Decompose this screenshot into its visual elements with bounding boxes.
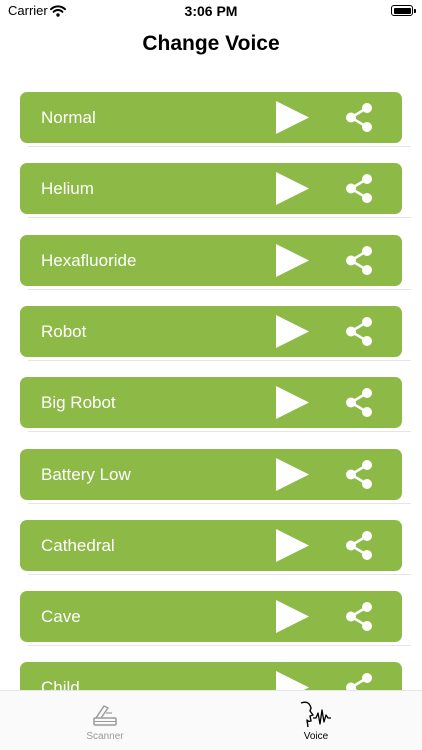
voice-list[interactable]: Normal Helium Hexafluoride Robot Big Rob… <box>0 76 422 690</box>
share-icon[interactable] <box>340 171 378 206</box>
voice-row-normal: Normal <box>0 76 422 147</box>
voice-row-cathedral: Cathedral <box>0 504 422 575</box>
tab-scanner-label: Scanner <box>86 731 124 742</box>
share-icon[interactable] <box>340 243 378 278</box>
voice-card[interactable]: Hexafluoride <box>20 234 402 286</box>
voice-name: Robot <box>41 321 87 341</box>
battery-icon <box>391 5 416 16</box>
tab-voice-label: Voice <box>303 731 329 742</box>
voice-card[interactable]: Battery Low <box>20 448 402 500</box>
voice-row-big-robot: Big Robot <box>0 361 422 433</box>
status-time: 3:06 PM <box>184 3 238 19</box>
voice-name: Big Robot <box>41 393 116 413</box>
play-icon[interactable] <box>273 170 313 207</box>
play-icon[interactable] <box>273 384 313 421</box>
share-icon[interactable] <box>340 599 378 634</box>
voice-name: Cathedral <box>41 535 115 555</box>
voice-row-child: Child <box>0 646 422 690</box>
share-icon[interactable] <box>340 457 378 492</box>
voice-row-helium: Helium <box>0 147 422 219</box>
play-icon[interactable] <box>273 527 313 564</box>
voice-card[interactable]: Cave <box>20 591 402 643</box>
voice-name: Hexafluoride <box>41 250 137 270</box>
voice-row-battery-low: Battery Low <box>0 433 422 504</box>
play-icon[interactable] <box>273 669 313 690</box>
voice-row-hexafluoride: Hexafluoride <box>0 219 422 290</box>
share-icon[interactable] <box>340 385 378 420</box>
voice-card[interactable]: Cathedral <box>20 519 402 571</box>
status-bar: Carrier 3:06 PM <box>0 0 422 24</box>
voice-name: Child <box>41 678 80 690</box>
voice-card[interactable]: Robot <box>20 305 402 357</box>
voice-row-cave: Cave <box>0 575 422 647</box>
share-icon[interactable] <box>340 670 378 690</box>
voice-card[interactable]: Normal <box>20 92 402 143</box>
tab-voice[interactable]: Voice <box>236 691 396 747</box>
play-icon[interactable] <box>273 313 313 350</box>
voice-name: Helium <box>41 179 94 199</box>
play-icon[interactable] <box>273 99 313 136</box>
play-icon[interactable] <box>273 242 313 279</box>
scanner-icon <box>93 705 117 726</box>
voice-card[interactable]: Big Robot <box>20 377 402 429</box>
voice-icon <box>300 701 331 728</box>
tab-bar: Scanner Voice <box>0 690 422 750</box>
share-icon[interactable] <box>340 100 378 135</box>
page-title: Change Voice <box>142 32 280 55</box>
play-icon[interactable] <box>273 456 313 493</box>
tab-scanner[interactable]: Scanner <box>25 691 185 747</box>
voice-name: Cave <box>41 607 81 627</box>
voice-name: Normal <box>41 108 96 127</box>
voice-card[interactable]: Child <box>20 662 402 690</box>
voice-row-robot: Robot <box>0 290 422 361</box>
play-icon[interactable] <box>273 598 313 635</box>
share-icon[interactable] <box>340 528 378 563</box>
voice-card[interactable]: Helium <box>20 163 402 215</box>
voice-name: Battery Low <box>41 464 131 484</box>
share-icon[interactable] <box>340 314 378 349</box>
